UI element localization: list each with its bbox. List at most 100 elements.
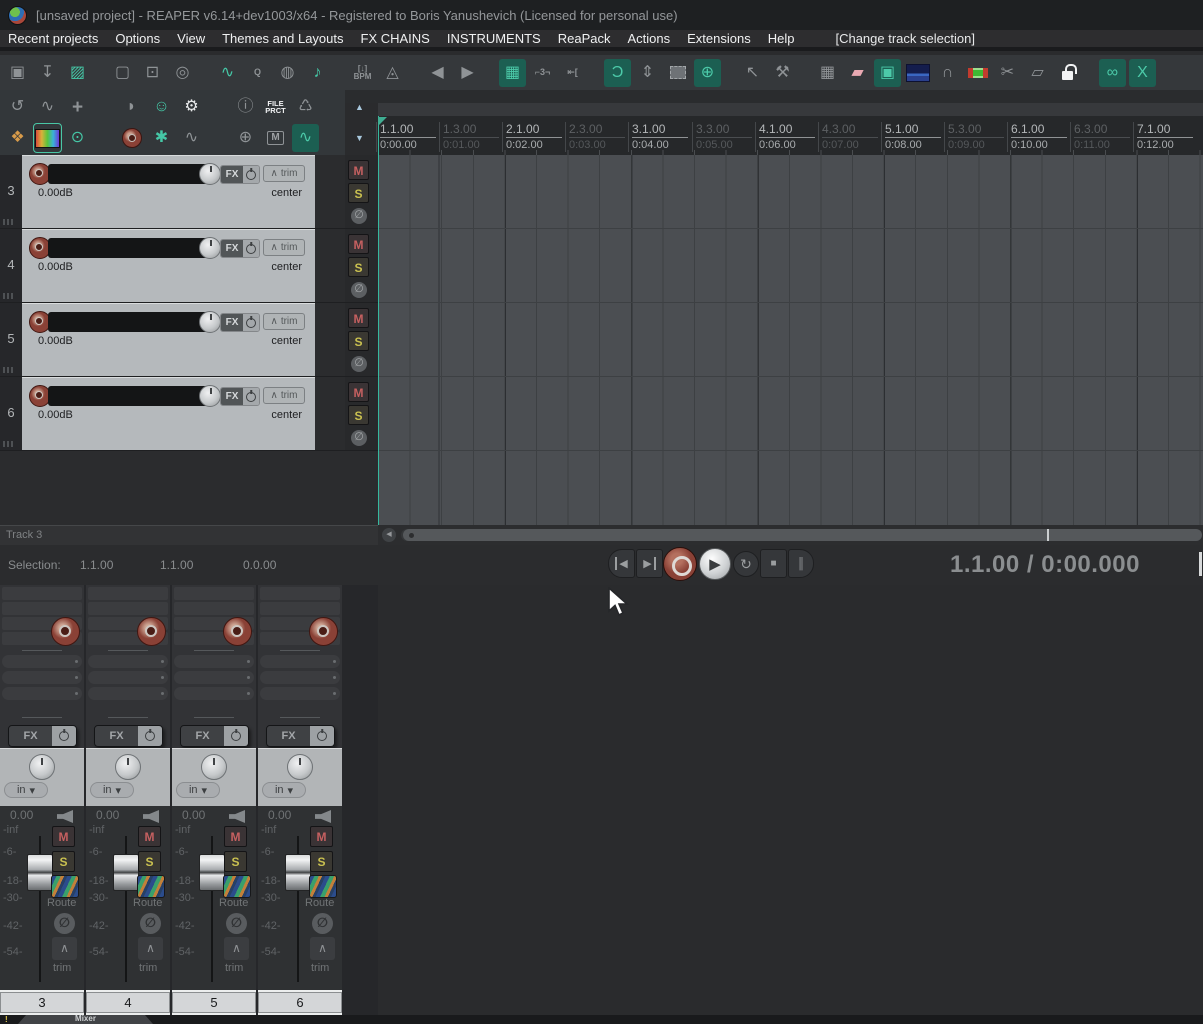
edit-cursor[interactable] [378, 116, 379, 525]
mouse-pointer-mode-button[interactable]: ↖ [739, 59, 766, 87]
mute-button[interactable]: M [348, 234, 369, 254]
horizontal-scrollbar[interactable]: ◀ [378, 525, 1203, 545]
fx-button[interactable]: FX [221, 166, 243, 183]
bpm-button[interactable]: [↓] BPM [349, 59, 376, 87]
open-project-button[interactable]: ▨ [64, 59, 91, 87]
media-m-button[interactable]: M [262, 124, 289, 152]
fx-insert-slot[interactable] [260, 602, 340, 615]
actions-button[interactable]: ☺ [148, 93, 175, 121]
menu-recent-projects[interactable]: Recent projects [8, 31, 98, 46]
color-folder-button[interactable]: ❖ [4, 124, 31, 152]
project-settings-button[interactable]: ⊡ [139, 59, 166, 87]
record-arm-button[interactable] [309, 617, 338, 646]
scroll-left-button[interactable]: ◀ [382, 528, 396, 542]
phase-button[interactable]: ∅ [54, 913, 75, 934]
record-arm-button[interactable] [223, 617, 252, 646]
zoom-in-button[interactable]: ⊕ [232, 124, 259, 152]
mute-button[interactable]: M [348, 308, 369, 328]
strip-number[interactable]: 6 [258, 992, 342, 1013]
render-button[interactable]: ↧ [34, 59, 61, 87]
phase-button[interactable]: ∅ [351, 282, 367, 298]
fx-bypass-button[interactable] [243, 314, 259, 331]
pause-button[interactable]: ║ [788, 549, 814, 578]
new-take-button[interactable]: ▱ [1024, 59, 1051, 87]
file-protect-button[interactable]: FILE PRCT [262, 93, 289, 121]
snap-toggle-button[interactable]: Ɔ [604, 58, 631, 87]
region-lane[interactable] [378, 103, 1203, 116]
new-project-button[interactable]: ▢ [109, 59, 136, 87]
solo-button[interactable]: S [138, 851, 161, 872]
wave-undo-button[interactable]: ↺ [4, 93, 31, 121]
arrange-view[interactable] [378, 155, 1203, 525]
record-arm-all-button[interactable] [118, 124, 145, 152]
mute-button[interactable]: M [348, 160, 369, 180]
record-arm-button[interactable] [51, 617, 80, 646]
time-position-display[interactable]: 1.1.00 / 0:00.000 [950, 551, 1150, 579]
volume-fader[interactable] [199, 854, 225, 891]
fx-insert-slot[interactable] [88, 587, 168, 600]
scroll-down-button[interactable]: ▼ [346, 124, 373, 152]
midi-editor-button[interactable]: ♪ [304, 59, 331, 87]
ripple-edit-button[interactable]: ⇤[ [559, 59, 586, 87]
menu-instruments[interactable]: INSTRUMENTS [447, 31, 541, 46]
menu-themes-layouts[interactable]: Themes and Layouts [222, 31, 343, 46]
fx-bypass-button[interactable] [243, 240, 259, 257]
envelope-trim-button[interactable]: ∧ [310, 937, 335, 960]
route-button[interactable] [309, 875, 337, 898]
add-track-button[interactable]: + [64, 93, 91, 121]
speaker-icon[interactable] [229, 810, 245, 823]
scrollbar-track[interactable] [401, 529, 1202, 541]
phase-button[interactable]: ∅ [312, 913, 333, 934]
strip-number[interactable]: 3 [0, 992, 84, 1013]
fx-insert-slot[interactable] [174, 587, 254, 600]
mute-button[interactable]: M [348, 382, 369, 402]
fx-bypass-button[interactable] [243, 166, 259, 183]
send-slot[interactable] [2, 655, 82, 668]
send-slot[interactable] [2, 687, 82, 700]
fx-insert-slot[interactable] [2, 602, 82, 615]
envelope-item-button[interactable]: ▰ [844, 59, 871, 87]
track-control-panel[interactable]: FX ∧ trim 0.00dB center [22, 229, 315, 302]
envelope-trim-button[interactable]: ∧ [138, 937, 163, 960]
record-arm-button[interactable] [137, 617, 166, 646]
mute-button[interactable]: M [310, 826, 333, 847]
envelope-touch-button[interactable]: ∿ [292, 124, 319, 152]
mixer-fx-button[interactable]: FX [180, 725, 249, 747]
mixer-fx-button[interactable]: FX [266, 725, 335, 747]
prev-marker-button[interactable]: ◀ [424, 59, 451, 87]
envelope-trim-button[interactable]: ∧ trim [263, 313, 305, 330]
solo-button[interactable]: S [348, 331, 369, 351]
selection-start[interactable]: 1.1.00 [80, 558, 113, 572]
volume-knob[interactable] [199, 385, 221, 407]
send-slot[interactable] [174, 655, 254, 668]
volume-knob[interactable] [199, 311, 221, 333]
track-control-panel[interactable]: FX ∧ trim 0.00dB center [22, 377, 315, 450]
pan-knob[interactable] [29, 754, 55, 780]
menu-fx-chains[interactable]: FX CHAINS [361, 31, 430, 46]
hammer-edit-button[interactable]: ⚒ [769, 59, 796, 87]
media-explorer-button[interactable]: ∿ [214, 59, 241, 87]
visibility-folder-button[interactable]: ⊙ [64, 124, 91, 152]
strip-number[interactable]: 4 [86, 992, 170, 1013]
solo-button[interactable]: S [348, 257, 369, 277]
track-number[interactable]: 5 [0, 303, 22, 376]
input-selector[interactable]: in ▾ [262, 782, 306, 798]
tab-mixer[interactable]: Mixer [18, 1015, 153, 1024]
strip-number[interactable]: 5 [172, 992, 256, 1013]
input-selector[interactable]: in ▾ [90, 782, 134, 798]
metronome-bell-button[interactable]: ◬ [379, 59, 406, 87]
go-to-end-button[interactable]: ▶ [636, 549, 663, 578]
selection-end[interactable]: 1.1.00 [160, 558, 193, 572]
send-slot[interactable] [88, 671, 168, 684]
speaker-icon[interactable] [315, 810, 331, 823]
input-selector[interactable]: in ▾ [176, 782, 220, 798]
fx-button[interactable]: FX [221, 314, 243, 331]
volume-knob[interactable] [199, 237, 221, 259]
track-control-panel[interactable]: FX ∧ trim 0.00dB center [22, 155, 315, 228]
send-slot[interactable] [2, 671, 82, 684]
solo-button[interactable]: S [52, 851, 75, 872]
stop-button[interactable]: ■ [760, 549, 787, 578]
volume-slider[interactable] [48, 237, 221, 259]
speaker-icon[interactable] [57, 810, 73, 823]
route-button[interactable] [51, 875, 79, 898]
